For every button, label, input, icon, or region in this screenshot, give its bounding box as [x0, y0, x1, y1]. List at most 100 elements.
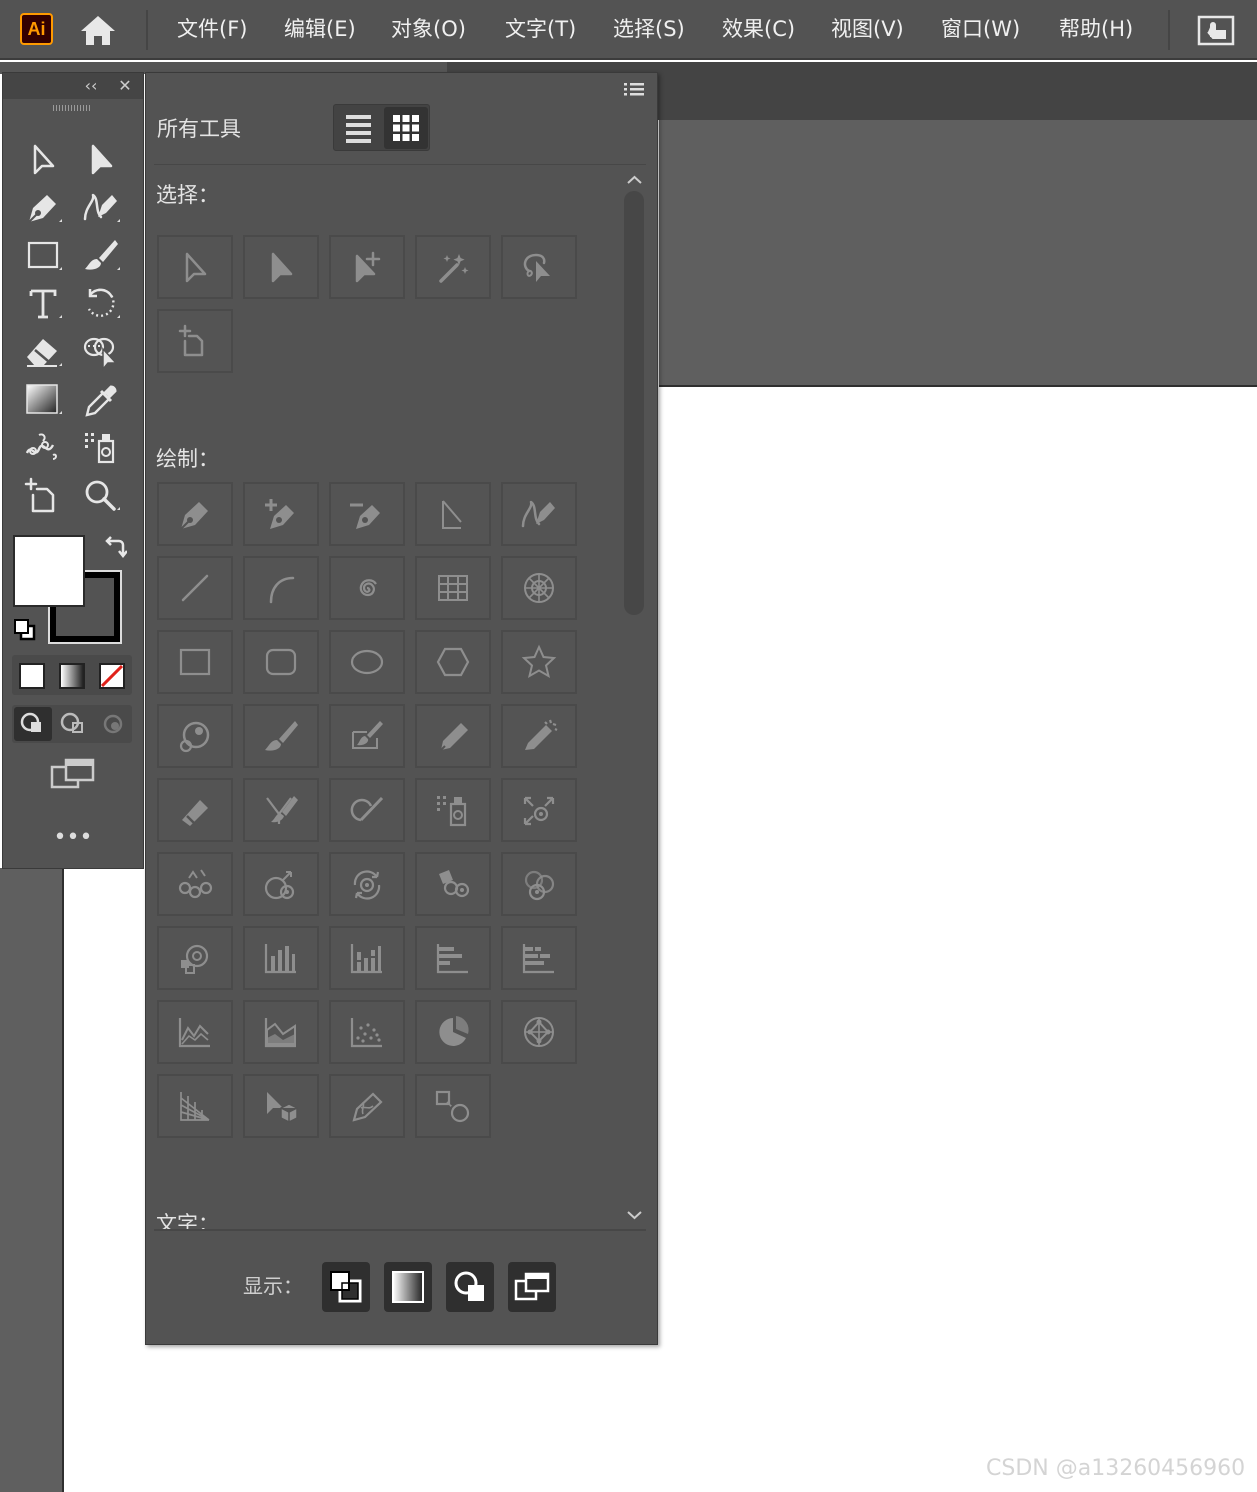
symbol-styler-tool-cell[interactable] [157, 926, 233, 990]
show-fill-stroke-icon[interactable] [322, 1262, 370, 1312]
gradient-tool-icon[interactable] [23, 381, 63, 421]
symbol-stainer-tool-cell[interactable] [415, 852, 491, 916]
selection-tool-icon[interactable] [23, 141, 63, 181]
menu-view[interactable]: 视图(V) [831, 12, 904, 46]
fill-swatch[interactable] [13, 535, 85, 607]
menu-object[interactable]: 对象(O) [391, 12, 466, 46]
line-segment-tool-cell[interactable] [157, 556, 233, 620]
color-icon[interactable] [19, 663, 45, 689]
show-drawing-modes-icon[interactable] [446, 1262, 494, 1312]
selection-tool-cell[interactable] [157, 235, 233, 299]
stacked-bar-graph-tool-cell[interactable] [501, 926, 577, 990]
symbol-screener-tool-cell[interactable] [501, 852, 577, 916]
shaper-tool-cell[interactable] [329, 778, 405, 842]
magic-wand-tool-cell[interactable] [415, 235, 491, 299]
symbol-shifter-tool-cell[interactable] [501, 778, 577, 842]
show-gradient-icon[interactable] [384, 1262, 432, 1312]
spiral-tool-cell[interactable] [329, 556, 405, 620]
add-anchor-point-tool-cell[interactable] [243, 482, 319, 546]
arrange-documents-icon[interactable] [1196, 12, 1236, 48]
anchor-point-tool-cell[interactable] [415, 482, 491, 546]
eyedropper-tool-icon[interactable] [81, 381, 121, 421]
draw-behind-icon[interactable] [54, 707, 92, 741]
pie-graph-tool-cell[interactable] [415, 1000, 491, 1064]
arc-tool-cell[interactable] [243, 556, 319, 620]
eraser-tool-icon[interactable] [23, 333, 63, 373]
delete-anchor-point-tool-cell[interactable] [329, 482, 405, 546]
pen-tool-cell[interactable] [157, 482, 233, 546]
type-tool-icon[interactable] [23, 285, 63, 325]
smooth-tool-cell[interactable] [501, 704, 577, 768]
show-screen-mode-icon[interactable] [508, 1262, 556, 1312]
edit-toolbar-more-icon[interactable]: ••• [48, 827, 98, 849]
symbol-scruncher-tool-cell[interactable] [157, 852, 233, 916]
toolbar-grip[interactable] [53, 105, 91, 111]
perspective-selection-tool-cell[interactable] [243, 1074, 319, 1138]
line-graph-tool-cell[interactable] [157, 1000, 233, 1064]
path-eraser-tool-cell[interactable] [157, 778, 233, 842]
menu-effect[interactable]: 效果(C) [722, 12, 795, 46]
curvature-tool-icon[interactable] [81, 189, 121, 229]
shape-builder-tool-icon[interactable] [81, 333, 121, 373]
bar-graph-tool-cell[interactable] [415, 926, 491, 990]
curvature-tool-cell[interactable] [501, 482, 577, 546]
panel-menu-icon[interactable] [622, 79, 646, 99]
blend-tool-cell[interactable] [415, 1074, 491, 1138]
scatter-graph-tool-cell[interactable] [329, 1000, 405, 1064]
pencil-tool-cell[interactable] [415, 704, 491, 768]
direct-selection-tool-cell[interactable] [243, 235, 319, 299]
close-icon[interactable]: ✕ [115, 75, 135, 97]
radar-graph-tool-cell[interactable] [501, 1000, 577, 1064]
rotate-tool-icon[interactable] [81, 285, 121, 325]
polygon-tool-cell[interactable] [415, 630, 491, 694]
menu-window[interactable]: 窗口(W) [941, 12, 1020, 46]
draw-normal-icon[interactable] [14, 707, 52, 741]
symbol-sprayer-tool-icon[interactable] [81, 429, 121, 469]
menu-type[interactable]: 文字(T) [505, 12, 576, 46]
menu-help[interactable]: 帮助(H) [1059, 12, 1133, 46]
screen-mode-icon[interactable] [50, 757, 96, 793]
artboard-tool-icon[interactable] [23, 477, 63, 517]
blob-brush-tool-cell[interactable] [329, 704, 405, 768]
scrollbar-thumb[interactable] [624, 191, 644, 615]
grid-view-icon[interactable] [384, 107, 428, 149]
list-view-icon[interactable] [338, 109, 378, 147]
perspective-grid-tool-cell[interactable] [157, 1074, 233, 1138]
ellipse-tool-cell[interactable] [329, 630, 405, 694]
paintbrush-tool-cell[interactable] [243, 704, 319, 768]
rectangular-grid-tool-cell[interactable] [415, 556, 491, 620]
rectangle-tool-icon[interactable] [23, 237, 63, 277]
zoom-tool-icon[interactable] [81, 477, 121, 517]
paintbrush-tool-icon[interactable] [81, 237, 121, 277]
flare-tool-cell[interactable] [157, 704, 233, 768]
join-tool-cell[interactable] [243, 778, 319, 842]
draw-inside-icon[interactable] [94, 707, 132, 741]
direct-selection-tool-icon[interactable] [81, 141, 121, 181]
rectangle-tool-cell[interactable] [157, 630, 233, 694]
mesh-tool-cell[interactable] [329, 1074, 405, 1138]
lasso-tool-cell[interactable] [501, 235, 577, 299]
gradient-icon[interactable] [59, 663, 85, 689]
pen-tool-icon[interactable] [23, 189, 63, 229]
collapse-icon[interactable]: ‹‹ [81, 75, 101, 97]
swap-fill-stroke-icon[interactable] [103, 535, 128, 561]
puppet-warp-tool-icon[interactable] [23, 429, 63, 469]
menu-select[interactable]: 选择(S) [613, 12, 685, 46]
symbol-spinner-tool-cell[interactable] [329, 852, 405, 916]
artboard-tool-cell[interactable] [157, 309, 233, 373]
symbol-sizer-tool-cell[interactable] [243, 852, 319, 916]
menu-file[interactable]: 文件(F) [177, 12, 247, 46]
group-selection-tool-cell[interactable] [329, 235, 405, 299]
menu-edit[interactable]: 编辑(E) [284, 12, 356, 46]
tools-scroll-area[interactable]: 选择： 绘制： 文字： [156, 166, 646, 1229]
area-graph-tool-cell[interactable] [243, 1000, 319, 1064]
symbol-sprayer-tool-cell[interactable] [415, 778, 491, 842]
polar-grid-tool-cell[interactable] [501, 556, 577, 620]
column-graph-tool-cell[interactable] [243, 926, 319, 990]
star-tool-cell[interactable] [501, 630, 577, 694]
rounded-rectangle-tool-cell[interactable] [243, 630, 319, 694]
none-icon[interactable] [99, 663, 125, 689]
default-fill-stroke-icon[interactable] [13, 618, 37, 642]
stacked-column-graph-tool-cell[interactable] [329, 926, 405, 990]
home-icon[interactable] [78, 12, 118, 48]
